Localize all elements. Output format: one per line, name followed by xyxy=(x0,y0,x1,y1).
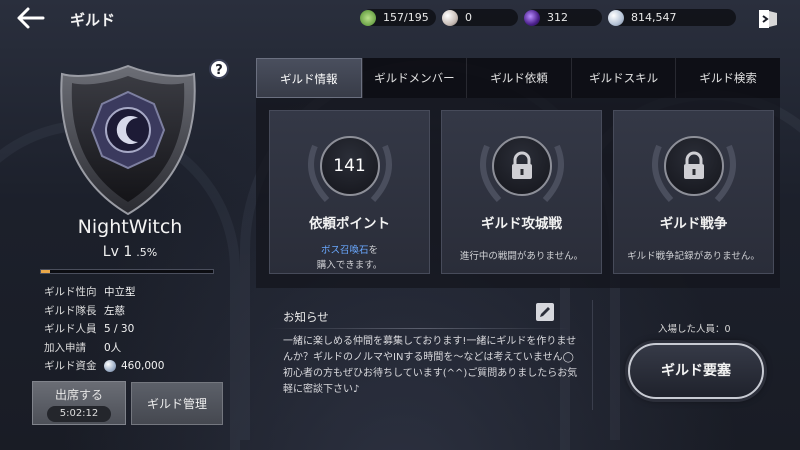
guild-siege-card[interactable]: ギルド攻城戦 進行中の戦闘がありません。 xyxy=(441,110,602,274)
stat-label: ギルド資金 xyxy=(44,360,97,372)
section-divider xyxy=(592,300,593,410)
request-points-badge: 141 xyxy=(319,136,380,196)
stat-label: ギルド性向 xyxy=(44,286,97,298)
help-button[interactable]: ? xyxy=(209,59,229,79)
stat-label: 加入申請 xyxy=(44,341,86,354)
guild-level: Lv 1.5% xyxy=(20,244,240,260)
stat-label: ギルド隊長 xyxy=(44,304,97,317)
request-points-card[interactable]: 141 依頼ポイント ボス召喚石を 購入できます。 xyxy=(269,110,430,274)
stat-row: 加入申請 0人 xyxy=(44,339,164,358)
attend-button[interactable]: 出席する 5:02:12 xyxy=(32,381,126,425)
stat-value: 左慈 xyxy=(104,304,125,317)
stat-row: ギルド隊長 左慈 xyxy=(44,302,164,321)
notice-body: 一緒に楽しめる仲間を募集しております!一緒にギルドを作りませんか？ギルドのノルマ… xyxy=(283,336,578,395)
edit-notice-button[interactable] xyxy=(536,303,554,321)
guild-tabs: ギルド情報 ギルドメンバー ギルド依頼 ギルドスキル ギルド検索 xyxy=(256,58,780,98)
back-arrow-icon[interactable] xyxy=(14,6,46,30)
exit-door-icon[interactable] xyxy=(756,7,780,31)
resource-dark-orb: 312 xyxy=(524,9,602,26)
guild-exp-bar xyxy=(40,269,214,274)
lock-badge xyxy=(491,136,552,196)
page-title: ギルド xyxy=(70,11,116,29)
guild-name: NightWitch xyxy=(77,216,183,238)
card-title: ギルド攻城戦 xyxy=(481,216,562,232)
guild-level-value: Lv 1 xyxy=(102,244,133,260)
guild-exp-fill xyxy=(41,270,50,273)
attend-label: 出席する xyxy=(54,388,103,402)
card-title: ギルド戦争 xyxy=(659,216,728,232)
tab-guild-info[interactable]: ギルド情報 xyxy=(256,58,362,98)
resource-pearl: 0 xyxy=(442,9,518,26)
notice-divider xyxy=(270,328,570,329)
resource-silver: 814,547 xyxy=(608,9,736,26)
boss-stone-link[interactable]: ボス召喚石 xyxy=(321,245,369,256)
stat-label: ギルド人員 xyxy=(44,323,97,335)
entered-members-count: 入場した人員：0 xyxy=(658,324,731,335)
tab-guild-requests[interactable]: ギルド依頼 xyxy=(466,58,571,98)
silver-coin-icon xyxy=(104,360,116,373)
stat-value: 0人 xyxy=(104,341,122,354)
card-description: ボス召喚石を 購入できます。 xyxy=(316,245,383,271)
dark-orb-icon xyxy=(524,9,540,26)
lock-icon xyxy=(683,151,704,179)
stat-value: 中立型 xyxy=(104,286,136,298)
guild-fortress-button[interactable]: ギルド要塞 xyxy=(628,343,764,399)
request-points-value: 141 xyxy=(333,156,366,176)
tab-guild-search[interactable]: ギルド検索 xyxy=(675,58,780,98)
stat-value-funds: 460,000 xyxy=(104,357,164,376)
guild-war-card[interactable]: ギルド戦争 ギルド戦争記録がありません。 xyxy=(613,110,774,274)
guild-emblem-shield xyxy=(60,64,196,216)
lock-badge xyxy=(663,136,724,196)
pearl-icon xyxy=(442,9,458,26)
lock-icon xyxy=(511,151,532,179)
card-title: 依頼ポイント xyxy=(309,216,390,232)
stat-row: ギルド人員 5 / 30 xyxy=(44,320,164,339)
guild-manage-button[interactable]: ギルド管理 xyxy=(131,382,223,425)
card-description: 進行中の戦闘がありません。 xyxy=(459,251,584,262)
card-description: ギルド戦争記録がありません。 xyxy=(627,251,760,262)
stat-row: ギルド性向 中立型 xyxy=(44,283,164,302)
guild-stats: ギルド性向 中立型 ギルド隊長 左慈 ギルド人員 5 / 30 加入申請 0人 ギルド資… xyxy=(44,283,164,376)
tab-guild-members[interactable]: ギルドメンバー xyxy=(361,58,467,98)
pencil-icon xyxy=(540,307,550,317)
stat-row: ギルド資金 460,000 xyxy=(44,357,164,376)
silver-coin-icon xyxy=(608,9,624,26)
top-bar: ギルド 157/195 0 312 814,547 xyxy=(0,0,800,36)
guild-info-panel: 141 依頼ポイント ボス召喚石を 購入できます。 ギルド攻城戦 進行中の戦闘が… xyxy=(256,98,780,288)
resource-stamina: 157/195 xyxy=(360,9,436,26)
tab-guild-skills[interactable]: ギルドスキル xyxy=(570,58,676,98)
attend-timer: 5:02:12 xyxy=(47,406,111,422)
stamina-icon xyxy=(360,9,376,26)
guild-exp-percent: .5% xyxy=(136,246,158,259)
stat-value: 5 / 30 xyxy=(104,323,135,335)
notice-title: お知らせ xyxy=(283,310,329,324)
